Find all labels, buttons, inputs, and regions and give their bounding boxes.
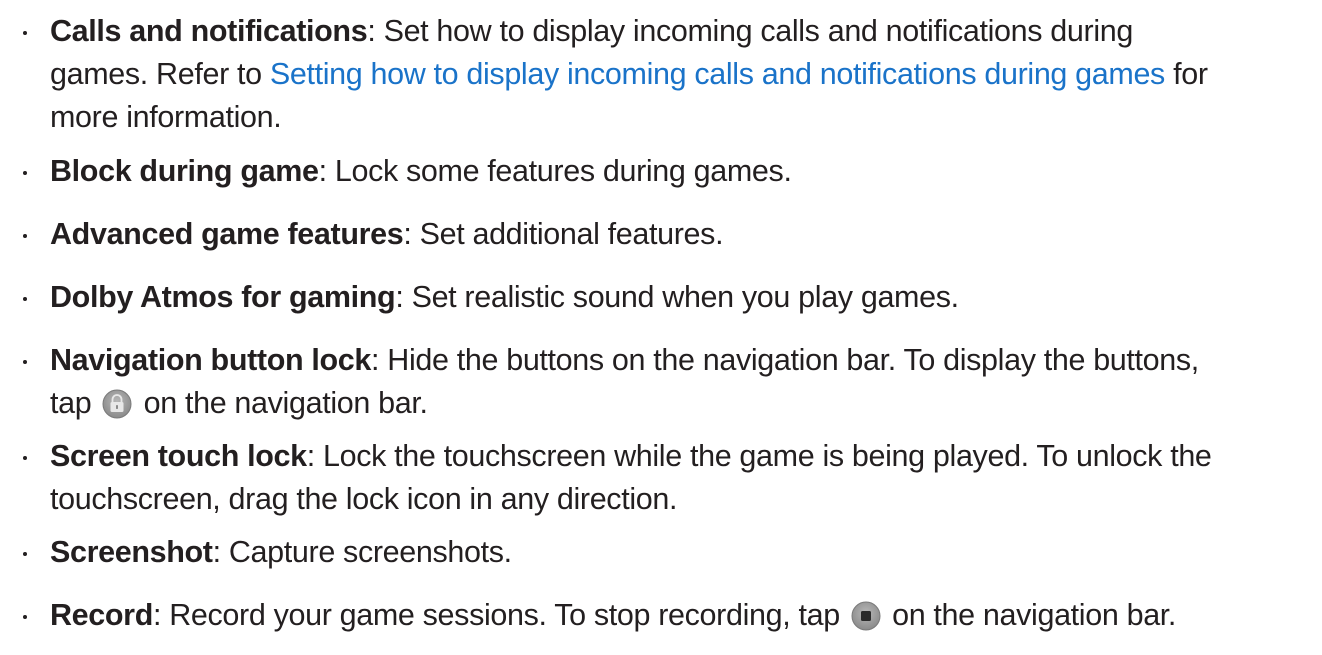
item-line: touchscreen, drag the lock icon in any d… [50,481,677,517]
item-line: Dolby Atmos for gaming: Set realistic so… [50,279,959,315]
item-text: : Set how to display incoming calls and … [367,14,1133,48]
reference-link[interactable]: Setting how to display incoming calls an… [270,57,1165,91]
item-text: : Lock the touchscreen while the game is… [306,439,1212,473]
item-line: Calls and notifications: Set how to disp… [50,13,1133,49]
item-line: tap on the navigation bar. [50,385,428,421]
item-text: games. Refer to [50,57,270,91]
item-line: Block during game: Lock some features du… [50,153,792,189]
item-term: Screen touch lock [50,439,307,473]
item-line: Screen touch lock: Lock the touchscreen … [50,438,1212,474]
item-text: : Set realistic sound when you play game… [395,280,959,314]
item-term: Record [50,598,153,632]
item-text: : Record your game sessions. To stop rec… [152,598,840,632]
item-term: Advanced game features [50,217,404,251]
item-line: games. Refer to Setting how to display i… [50,56,1208,92]
item-text: on the navigation bar. [143,386,428,420]
bullet [23,297,31,305]
item-text: : Lock some features during games. [318,154,792,188]
bullet [23,360,31,368]
item-text: touchscreen, drag the lock icon in any d… [50,482,678,516]
bullet [23,171,31,179]
bullet [23,31,31,39]
item-term: Screenshot [50,535,213,569]
item-line: Screenshot: Capture screenshots. [50,534,512,570]
item-term: Calls and notifications [50,14,368,48]
item-term: Block during game [50,154,319,188]
item-text: : Set additional features. [403,217,724,251]
item-text: for [1164,57,1208,91]
item-line: Navigation button lock: Hide the buttons… [50,342,1199,378]
stop-icon [851,601,881,631]
item-line: Advanced game features: Set additional f… [50,216,724,252]
item-text: : Capture screenshots. [212,535,513,569]
item-line: more information. [50,99,282,135]
item-term: Navigation button lock [50,343,372,377]
item-text: on the navigation bar. [892,598,1177,632]
item-text: tap [50,386,92,420]
item-line: Record: Record your game sessions. To st… [50,597,1176,633]
lock-icon [102,389,132,419]
bullet [23,552,31,560]
item-text: more information. [50,100,282,134]
item-text: : Hide the buttons on the navigation bar… [371,343,1199,377]
item-term: Dolby Atmos for gaming [50,280,396,314]
bullet [23,615,31,623]
bullet [23,456,31,464]
bullet [23,234,31,242]
